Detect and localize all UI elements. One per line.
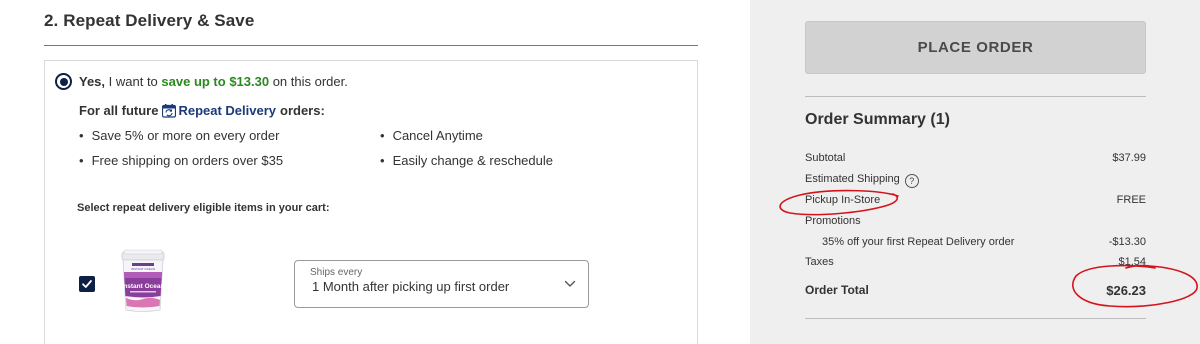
pickup-in-store-value: FREE xyxy=(1116,194,1146,206)
benefit-reschedule: Easily change & reschedule xyxy=(380,153,553,168)
benefit-save: Save 5% or more on every order xyxy=(79,128,280,143)
section-divider xyxy=(44,45,698,46)
future-prefix: For all future xyxy=(79,103,159,118)
order-total-label: Order Total xyxy=(805,283,869,297)
yes-text: I want to xyxy=(105,74,162,89)
order-summary-title: Order Summary (1) xyxy=(805,111,950,128)
product-brand-text: INSTANT OCEAN xyxy=(131,267,155,271)
estimated-shipping-row: Estimated Shipping? xyxy=(805,173,919,188)
chevron-down-icon xyxy=(564,280,576,287)
product-name-text: Instant Ocean xyxy=(122,283,165,290)
future-orders-heading: For all future Repeat Delivery orders: xyxy=(79,103,325,118)
order-total-value: $26.23 xyxy=(1106,283,1146,298)
benefit-free-shipping: Free shipping on orders over $35 xyxy=(79,153,284,168)
future-suffix: orders: xyxy=(280,103,325,118)
taxes-label: Taxes xyxy=(805,256,834,268)
benefit-cancel: Cancel Anytime xyxy=(380,128,483,143)
pickup-in-store-label: Pickup In-Store xyxy=(805,194,881,206)
ships-every-label: Ships every xyxy=(310,267,363,278)
checkmark-icon xyxy=(82,280,92,288)
sidebar-divider-bottom xyxy=(805,318,1146,319)
promotion-value: -$13.30 xyxy=(1108,236,1146,248)
section-title: 2. Repeat Delivery & Save xyxy=(44,11,255,30)
taxes-value: $1.54 xyxy=(1118,256,1146,268)
eligible-items-label: Select repeat delivery eligible items in… xyxy=(77,202,330,214)
yes-word: Yes, xyxy=(79,74,106,89)
subtotal-label: Subtotal xyxy=(805,152,846,164)
item-checkbox[interactable] xyxy=(79,276,95,292)
promotion-label: 35% off your first Repeat Delivery order xyxy=(822,236,1015,248)
ships-every-select[interactable]: Ships every 1 Month after picking up fir… xyxy=(294,260,589,308)
order-text: on this order. xyxy=(269,74,348,89)
ships-every-value: 1 Month after picking up first order xyxy=(312,279,510,294)
estimated-shipping-label: Estimated Shipping xyxy=(805,173,900,185)
sidebar-divider-top xyxy=(805,96,1146,97)
repeat-delivery-icon xyxy=(162,103,177,118)
help-circle-icon[interactable]: ? xyxy=(904,174,919,188)
product-image: Instant Ocean INSTANT OCEAN xyxy=(118,248,168,314)
place-order-button[interactable]: PLACE ORDER xyxy=(805,21,1146,74)
repeat-delivery-brand: Repeat Delivery xyxy=(178,103,277,118)
promotions-label: Promotions xyxy=(805,215,861,227)
repeat-delivery-radio[interactable] xyxy=(55,73,72,90)
repeat-delivery-option-text[interactable]: Yes, I want to save up to $13.30 on this… xyxy=(79,74,348,89)
savings-amount: save up to $13.30 xyxy=(161,74,270,89)
subtotal-value: $37.99 xyxy=(1112,152,1146,164)
